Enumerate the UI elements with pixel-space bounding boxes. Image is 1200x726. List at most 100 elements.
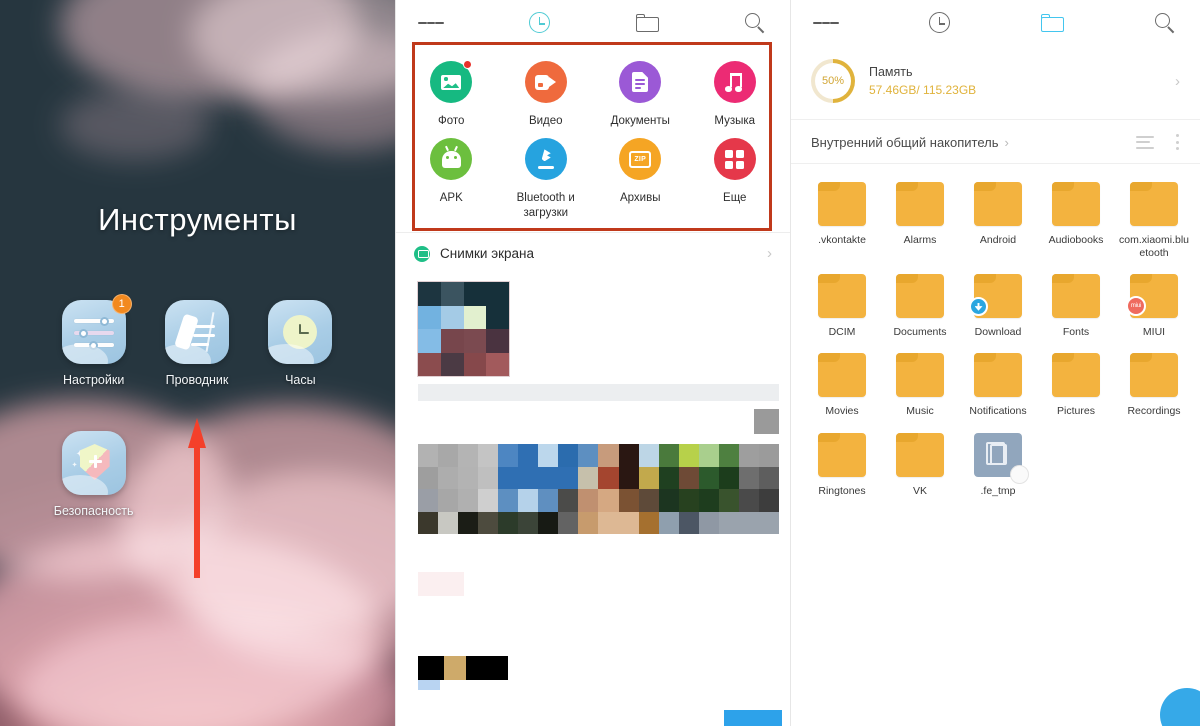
file-item[interactable]: miui MIUI bbox=[1117, 274, 1191, 339]
folder-icon[interactable] bbox=[974, 182, 1022, 226]
category-apk[interactable]: APK bbox=[404, 138, 499, 220]
category-more[interactable]: Еще bbox=[688, 138, 783, 220]
file-label: Download bbox=[974, 326, 1022, 339]
file-item[interactable]: Alarms bbox=[883, 182, 957, 260]
hamburger-menu-icon[interactable] bbox=[813, 10, 840, 36]
folder-icon[interactable] bbox=[896, 274, 944, 319]
screenshot-thumbnail[interactable] bbox=[417, 281, 510, 378]
folder-icon[interactable]: miui bbox=[1126, 274, 1178, 319]
file-item[interactable]: Notifications bbox=[961, 353, 1035, 418]
app-icon-wrap[interactable] bbox=[268, 300, 333, 364]
screenshots-section-header[interactable]: Снимки экрана › bbox=[396, 232, 790, 272]
folder-icon[interactable] bbox=[1052, 274, 1100, 319]
file-explorer-icon[interactable] bbox=[164, 300, 229, 364]
folder-icon[interactable] bbox=[818, 432, 866, 477]
video-icon[interactable] bbox=[524, 61, 567, 103]
list-view-icon[interactable] bbox=[1136, 135, 1154, 149]
add-button[interactable] bbox=[1160, 688, 1200, 726]
file-item[interactable]: Audiobooks bbox=[1039, 182, 1113, 260]
folder-icon[interactable] bbox=[896, 182, 944, 226]
recent-clock-icon[interactable] bbox=[926, 10, 952, 36]
file-item[interactable]: com.xiaomi.bluetooth bbox=[1117, 182, 1191, 260]
app-settings[interactable]: 1 Настройки bbox=[42, 294, 145, 387]
document-file-icon[interactable] bbox=[974, 432, 1029, 484]
file-item[interactable]: Recordings bbox=[1117, 353, 1191, 418]
file-label: Pictures bbox=[1057, 405, 1095, 418]
faint-placeholder-block bbox=[418, 572, 464, 597]
app-clock[interactable]: Часы bbox=[249, 300, 352, 387]
file-item[interactable]: Movies bbox=[805, 353, 879, 418]
android-apk-icon[interactable] bbox=[430, 138, 473, 181]
bluetooth-download-icon[interactable] bbox=[524, 138, 567, 181]
folder-icon[interactable] bbox=[818, 353, 866, 398]
file-item[interactable]: DCIM bbox=[805, 274, 879, 339]
app-file-explorer[interactable]: Проводник bbox=[145, 300, 248, 387]
folder-icon[interactable] bbox=[1052, 353, 1100, 398]
zip-archive-icon[interactable]: ZIP bbox=[619, 138, 662, 181]
app-icon-wrap[interactable]: ✦ ✦ bbox=[61, 431, 126, 495]
search-icon[interactable] bbox=[742, 10, 768, 36]
category-photos[interactable]: Фото bbox=[404, 60, 499, 128]
file-item[interactable]: Download bbox=[961, 274, 1035, 339]
file-label: .vkontakte bbox=[818, 234, 866, 246]
music-icon[interactable] bbox=[713, 61, 756, 103]
document-icon[interactable] bbox=[619, 61, 662, 103]
more-grid-icon[interactable] bbox=[713, 138, 756, 181]
file-item[interactable]: VK bbox=[883, 432, 957, 498]
folder-icon[interactable] bbox=[1130, 182, 1178, 226]
category-archives[interactable]: ZIP Архивы bbox=[593, 138, 688, 220]
download-overlay-icon bbox=[969, 297, 988, 317]
folder-icon[interactable] bbox=[634, 10, 660, 36]
memory-usage-ring: 50% bbox=[811, 59, 855, 103]
dark-placeholder-strip bbox=[418, 656, 508, 681]
app-label: Безопасность bbox=[53, 504, 134, 518]
search-icon[interactable] bbox=[1152, 10, 1178, 36]
app-icon-wrap[interactable]: 1 bbox=[61, 294, 132, 364]
security-shield-icon[interactable]: ✦ ✦ bbox=[61, 431, 126, 495]
file-label: VK bbox=[912, 484, 927, 497]
file-item[interactable]: .fe_tmp bbox=[961, 432, 1035, 498]
chevron-right-icon[interactable]: › bbox=[1175, 73, 1180, 90]
category-documents[interactable]: Документы bbox=[593, 61, 688, 128]
file-item[interactable]: .vkontakte bbox=[805, 182, 879, 260]
file-item[interactable]: Pictures bbox=[1039, 353, 1113, 418]
photo-icon[interactable] bbox=[430, 60, 473, 103]
file-item[interactable]: Music bbox=[883, 353, 957, 418]
category-videos[interactable]: Видео bbox=[499, 61, 594, 128]
chevron-right-icon[interactable]: › bbox=[767, 245, 772, 262]
breadcrumb-label[interactable]: Внутренний общий накопитель bbox=[811, 135, 999, 150]
app-security[interactable]: ✦ ✦ Безопасность bbox=[42, 431, 145, 518]
memory-summary-row[interactable]: 50% Память 57.46GB/ 115.23GB › bbox=[791, 45, 1200, 120]
grey-placeholder-square bbox=[754, 409, 779, 435]
hamburger-menu-icon[interactable] bbox=[418, 10, 445, 36]
clock-icon[interactable] bbox=[268, 300, 333, 364]
file-manager-categories-panel: Фото Видео Документы Музыка APK Bluetoot… bbox=[395, 0, 790, 726]
file-item[interactable]: Ringtones bbox=[805, 432, 879, 498]
file-item[interactable]: Fonts bbox=[1039, 274, 1113, 339]
folder-icon[interactable] bbox=[969, 274, 1022, 319]
app-icon-wrap[interactable] bbox=[164, 300, 229, 364]
file-item[interactable]: Documents bbox=[883, 274, 957, 339]
folder-icon[interactable] bbox=[818, 182, 866, 226]
category-music[interactable]: Музыка bbox=[688, 61, 783, 128]
folder-icon[interactable] bbox=[896, 353, 944, 398]
folder-icon[interactable] bbox=[1130, 353, 1178, 398]
grey-placeholder-band bbox=[418, 384, 779, 402]
folder-icon[interactable] bbox=[818, 274, 866, 319]
memory-usage-text: 57.46GB/ 115.23GB bbox=[869, 83, 977, 97]
overflow-menu-icon[interactable] bbox=[1176, 134, 1180, 150]
folder-icon[interactable] bbox=[1052, 182, 1100, 226]
blue-action-chip[interactable] bbox=[724, 710, 782, 726]
file-item[interactable]: Android bbox=[961, 182, 1035, 260]
blue-placeholder-strip bbox=[418, 680, 440, 691]
file-label: MIUI bbox=[1142, 326, 1166, 339]
folder-icon[interactable] bbox=[974, 353, 1022, 398]
folder-icon[interactable] bbox=[1039, 10, 1065, 36]
category-bluetooth-downloads[interactable]: Bluetooth и загрузки bbox=[499, 138, 594, 220]
breadcrumb: Внутренний общий накопитель › bbox=[791, 120, 1200, 164]
screenshot-thumbnail-wide[interactable] bbox=[418, 444, 779, 535]
folder-icon[interactable] bbox=[896, 432, 944, 477]
recent-clock-icon[interactable] bbox=[526, 10, 552, 36]
chevron-right-icon[interactable]: › bbox=[1005, 135, 1130, 150]
category-label: Документы bbox=[610, 115, 670, 127]
